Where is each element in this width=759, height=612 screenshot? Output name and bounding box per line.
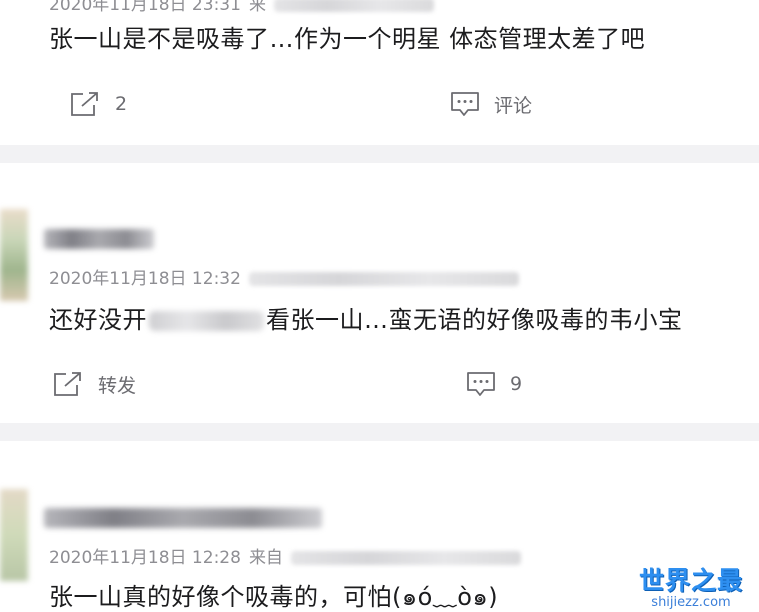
redacted-text <box>149 311 264 331</box>
post-content-part: 还好没开 <box>49 306 147 334</box>
avatar[interactable] <box>0 209 28 301</box>
post-timestamp: 2020年11月18日 12:32 <box>49 269 241 289</box>
post-content: 张一山真的好像个吸毒的，可怕(๑ó﹏ò๑) <box>49 583 499 611</box>
post-timestamp: 2020年11月18日 12:28 <box>49 548 241 568</box>
share-button[interactable]: 2 <box>69 90 127 118</box>
post-content: 还好没开 看张一山…蛮无语的好像吸毒的韦小宝 <box>49 300 683 335</box>
share-icon <box>54 372 81 396</box>
post-source-blurred <box>273 0 434 12</box>
comment-button[interactable]: 9 <box>466 370 522 398</box>
comment-icon <box>467 372 495 396</box>
post-content: 张一山是不是吸毒了…作为一个明星 体态管理太差了吧 <box>49 25 646 53</box>
share-icon <box>71 92 98 116</box>
site-watermark: 世界之最 shijiezz.com <box>629 566 753 610</box>
repost-label: 转发 <box>98 374 137 397</box>
post-card: 2020年11月18日 12:32 还好没开 看张一山…蛮无语的好像吸毒的韦小宝 … <box>0 163 759 423</box>
post-meta: 2020年11月18日 12:28 来自 <box>49 543 521 568</box>
comment-button[interactable]: 评论 <box>450 90 532 118</box>
username-blurred[interactable] <box>44 229 154 249</box>
post-card: 2020年11月18日 23:31 来 张一山是不是吸毒了…作为一个明星 体态管理… <box>0 0 759 145</box>
post-timestamp: 2020年11月18日 23:31 <box>49 0 241 15</box>
post-source-prefix: 来 <box>248 0 266 15</box>
post-meta: 2020年11月18日 23:31 来 <box>49 0 434 15</box>
watermark-domain: shijiezz.com <box>651 595 731 610</box>
repost-button[interactable]: 转发 <box>52 370 136 398</box>
avatar[interactable] <box>0 489 28 581</box>
comment-count: 9 <box>510 373 523 395</box>
post-source-blurred <box>290 551 521 565</box>
share-count: 2 <box>115 93 128 115</box>
watermark-title: 世界之最 <box>638 566 743 595</box>
post-source-prefix: 来自 <box>248 548 283 568</box>
post-source-blurred <box>248 272 519 286</box>
comment-icon <box>451 92 479 116</box>
username-blurred[interactable] <box>44 508 322 528</box>
post-meta: 2020年11月18日 12:32 <box>49 264 519 289</box>
post-content-part: 看张一山…蛮无语的好像吸毒的韦小宝 <box>266 306 683 334</box>
comment-label: 评论 <box>494 94 533 117</box>
